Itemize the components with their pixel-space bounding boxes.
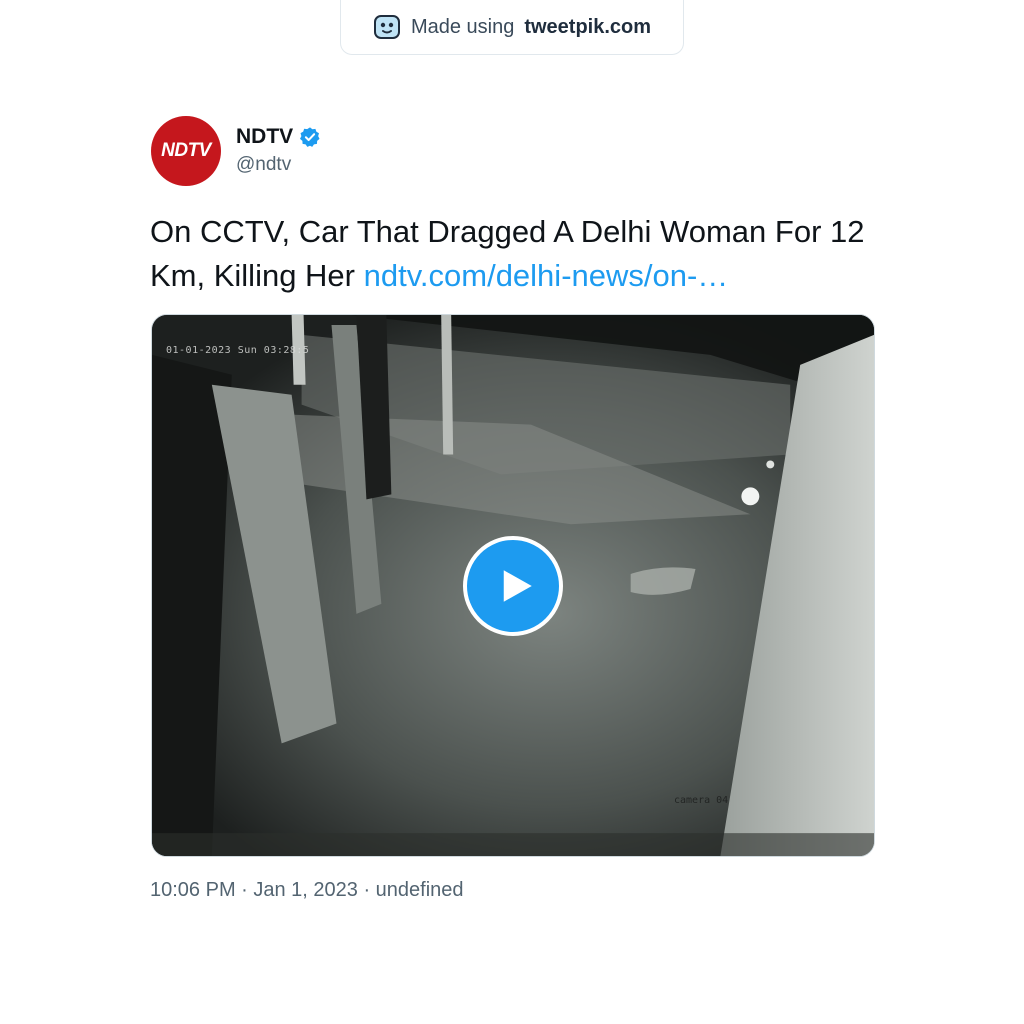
badge-prefix: Made using (410, 15, 515, 38)
play-button[interactable] (463, 536, 563, 636)
author-handle[interactable]: @ndtv (236, 154, 291, 176)
author-name-row: NDTV (236, 124, 321, 150)
verified-badge-icon (300, 127, 320, 147)
tweet-text: On CCTV, Car That Dragged A Delhi Woman … (150, 210, 890, 298)
cctv-timestamp: 01-01-2023 Sun 03:28:5 (166, 345, 310, 356)
play-icon (503, 570, 532, 602)
avatar[interactable]: NDTV (151, 116, 221, 186)
tweet-meta: 10:06 PM · Jan 1, 2023 · undefined (150, 879, 464, 901)
tweet-link[interactable]: ndtv.com/delhi-news/on-… (364, 258, 729, 293)
made-using-badge[interactable]: Made using tweetpik.com (340, 0, 684, 55)
author-name[interactable]: NDTV (236, 125, 293, 149)
badge-brand: tweetpik.com (524, 15, 652, 38)
avatar-logo-text: NDTV (161, 140, 211, 161)
video-player[interactable]: 01-01-2023 Sun 03:28:5 camera 04 (151, 314, 875, 857)
tweetpik-logo-icon (373, 15, 400, 39)
cctv-camera-label: camera 04 (674, 795, 729, 806)
